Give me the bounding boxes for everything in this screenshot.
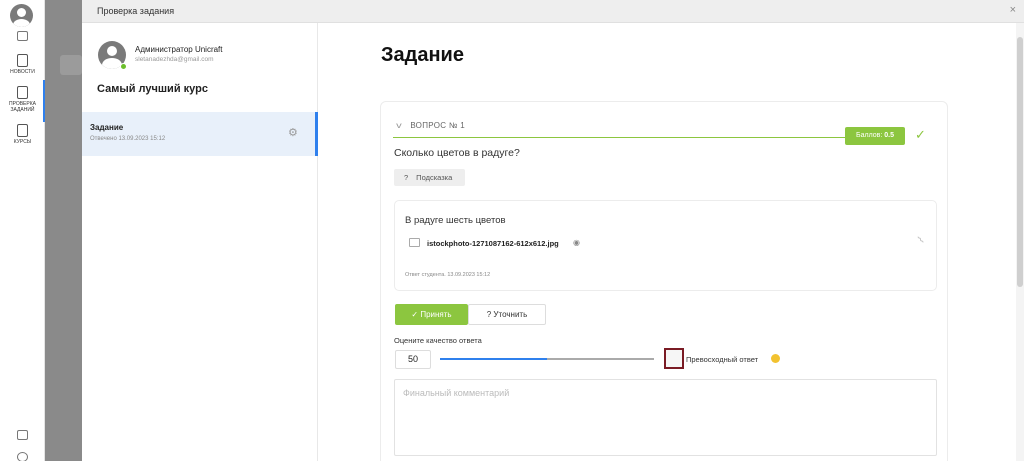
attachment-name[interactable]: istockphoto-1271087162-612x612.jpg [427, 239, 559, 248]
modal-title: Проверка задания [97, 6, 175, 16]
page-title: Задание [381, 44, 464, 66]
help-icon[interactable] [17, 452, 28, 461]
answer-meta: Ответ студента. 13.09.2023 15:12 [405, 272, 491, 278]
task-list-item[interactable]: Задание Отвечено 13.09.2023 15:12 ⚙ [82, 112, 318, 156]
answer-text: В радуге шесть цветов [405, 215, 506, 226]
gear-icon[interactable]: ⚙ [288, 126, 298, 139]
profile-avatar[interactable] [10, 4, 33, 27]
modal-backdrop [45, 0, 82, 461]
scrollbar-thumb[interactable] [1017, 37, 1023, 287]
news-icon [17, 54, 28, 67]
clarify-label: Уточнить [493, 310, 528, 319]
hint-button[interactable]: ? Подсказка [394, 169, 465, 186]
accept-label: Принять [420, 310, 452, 319]
final-comment-input[interactable]: Финальный комментарий [394, 379, 937, 456]
eye-icon[interactable]: ◉ [573, 238, 580, 247]
chevron-down-icon: v [396, 121, 403, 130]
score-label: Баллов: [856, 132, 883, 139]
rail-item-courses[interactable]: КУРСЫ [0, 124, 45, 145]
scrollbar[interactable] [1016, 23, 1024, 461]
question-divider [393, 137, 848, 138]
close-icon[interactable]: × [1010, 4, 1016, 16]
task-status: Отвечено 13.09.2023 15:12 [90, 136, 166, 142]
app-rail: НОВОСТИ ПРОВЕРКА ЗАДАНИЙ КУРСЫ [0, 0, 45, 461]
review-modal: Проверка задания × Администратор Unicraf… [82, 0, 1024, 461]
background-element [60, 55, 82, 75]
question-card: v ВОПРОС № 1 Баллов: 0.5 ✓ Сколько цветов… [380, 101, 948, 461]
submission-sidebar: Администратор Unicraft sletanadezhda@gma… [82, 23, 318, 461]
check-icon: ✓ [915, 127, 926, 142]
rating-slider[interactable] [440, 358, 654, 360]
excellent-answer-checkbox[interactable] [664, 348, 684, 369]
task-review-icon [17, 86, 28, 99]
task-name: Задание [90, 123, 124, 132]
rail-item-task-review[interactable]: ПРОВЕРКА ЗАДАНИЙ [0, 86, 45, 113]
medal-icon [771, 354, 780, 363]
translate-icon[interactable] [17, 430, 28, 440]
image-icon [409, 238, 420, 247]
courses-icon [17, 124, 28, 137]
question-text: Сколько цветов в радуге? [394, 147, 520, 159]
score-badge: Баллов: 0.5 [845, 127, 905, 145]
rail-item-label: НОВОСТИ [10, 69, 35, 75]
check-icon: ✓ [411, 310, 419, 319]
accept-button[interactable]: ✓ Принять [395, 304, 468, 325]
modal-header: Проверка задания × [82, 0, 1024, 23]
user-email: sletanadezhda@gmail.com [135, 56, 214, 63]
score-value: 0.5 [884, 132, 894, 139]
clarify-button[interactable]: ? Уточнить [468, 304, 546, 325]
paperclip-icon[interactable]: ⌇ [916, 235, 927, 247]
question-mark-icon: ? [486, 310, 492, 319]
rating-slider-fill [440, 358, 547, 360]
user-name: Администратор Unicraft [135, 45, 223, 54]
question-number: ВОПРОС № 1 [410, 121, 465, 130]
rating-value-input[interactable]: 50 [395, 350, 431, 369]
online-status-icon [120, 63, 127, 70]
question-header[interactable]: v ВОПРОС № 1 [396, 121, 465, 130]
excellent-answer-label: Превосходный ответ [686, 355, 759, 364]
rating-label: Оцените качество ответа [394, 336, 482, 345]
rail-item-news[interactable]: НОВОСТИ [0, 54, 45, 75]
screen-icon[interactable] [17, 31, 28, 41]
student-answer: В радуге шесть цветов istockphoto-127108… [394, 200, 937, 291]
question-mark-icon: ? [404, 173, 409, 182]
comment-placeholder: Финальный комментарий [403, 388, 510, 398]
rail-item-label: ПРОВЕРКА ЗАДАНИЙ [9, 101, 36, 113]
course-title: Самый лучший курс [97, 83, 208, 95]
rail-item-label: КУРСЫ [13, 139, 32, 145]
hint-label: Подсказка [416, 173, 453, 182]
